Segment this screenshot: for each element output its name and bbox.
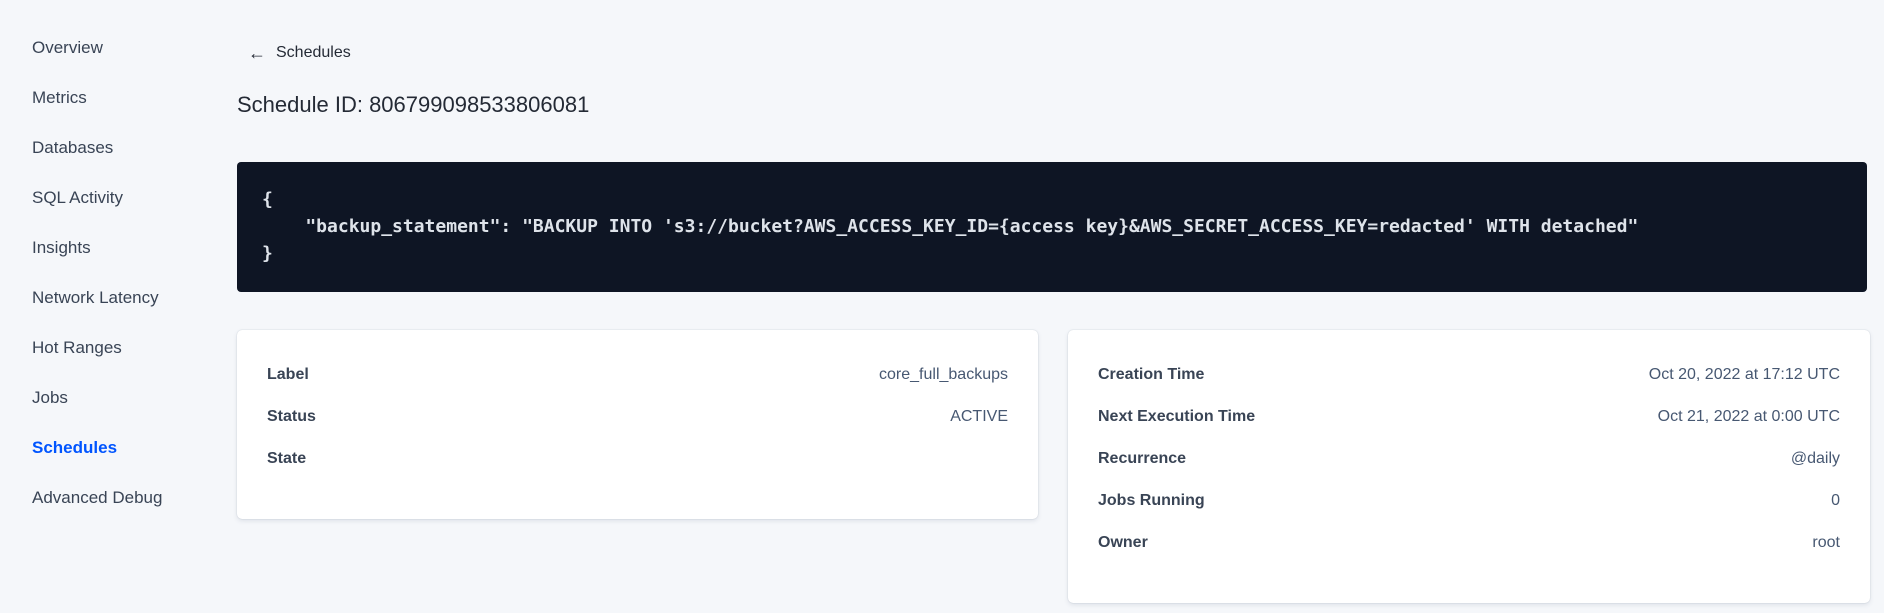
row-value: 0 (1831, 492, 1840, 509)
row-label: Label (267, 366, 309, 383)
code-line: { (262, 189, 273, 210)
row-value: core_full_backups (879, 366, 1008, 383)
schedule-details-page: Overview Metrics Databases SQL Activity … (0, 0, 1884, 613)
back-link-label: Schedules (276, 44, 351, 61)
summary-row-state: State (267, 438, 1008, 480)
sidebar-item-insights[interactable]: Insights (32, 223, 202, 273)
row-label: Recurrence (1098, 450, 1187, 467)
row-value: ACTIVE (950, 408, 1008, 425)
back-to-schedules-link[interactable]: ← Schedules (248, 42, 351, 64)
sidebar-item-databases[interactable]: Databases (32, 123, 202, 173)
row-value: Oct 21, 2022 at 0:00 UTC (1657, 408, 1840, 425)
sidebar-item-advanced-debug[interactable]: Advanced Debug (32, 473, 202, 523)
sidebar-item-schedules[interactable]: Schedules (32, 423, 202, 473)
summary-row-status: Status ACTIVE (267, 396, 1008, 438)
summary-row-owner: Owner root (1098, 522, 1840, 564)
code-line: } (262, 243, 273, 264)
sidebar-item-network-latency[interactable]: Network Latency (32, 273, 202, 323)
row-label: Next Execution Time (1098, 408, 1256, 425)
sidebar-item-overview[interactable]: Overview (32, 23, 202, 73)
row-label: Owner (1098, 534, 1148, 551)
sidebar-item-jobs[interactable]: Jobs (32, 373, 202, 423)
row-label: Status (267, 408, 316, 425)
row-label: State (267, 450, 307, 467)
back-arrow-icon: ← (248, 43, 266, 63)
schedule-summary-card: Label core_full_backups Status ACTIVE St… (237, 330, 1038, 519)
summary-row-next-execution-time: Next Execution Time Oct 21, 2022 at 0:00… (1098, 396, 1840, 438)
code-line: "backup_statement": "BACKUP INTO 's3://b… (262, 216, 1639, 237)
summary-row-creation-time: Creation Time Oct 20, 2022 at 17:12 UTC (1098, 354, 1840, 396)
sidebar-nav: Overview Metrics Databases SQL Activity … (32, 23, 202, 523)
summary-row-recurrence: Recurrence @daily (1098, 438, 1840, 480)
sidebar-item-sql-activity[interactable]: SQL Activity (32, 173, 202, 223)
summary-row-jobs-running: Jobs Running 0 (1098, 480, 1840, 522)
summary-row-label: Label core_full_backups (267, 354, 1008, 396)
backup-statement-code-block: { "backup_statement": "BACKUP INTO 's3:/… (237, 162, 1867, 292)
schedule-timing-card: Creation Time Oct 20, 2022 at 17:12 UTC … (1068, 330, 1870, 603)
row-value: Oct 20, 2022 at 17:12 UTC (1648, 366, 1840, 383)
page-title: Schedule ID: 806799098533806081 (237, 92, 590, 117)
row-label: Jobs Running (1098, 492, 1205, 509)
sidebar-item-hot-ranges[interactable]: Hot Ranges (32, 323, 202, 373)
row-value: @daily (1790, 450, 1840, 467)
row-value: root (1812, 534, 1840, 551)
sidebar-item-metrics[interactable]: Metrics (32, 73, 202, 123)
row-label: Creation Time (1098, 366, 1205, 383)
